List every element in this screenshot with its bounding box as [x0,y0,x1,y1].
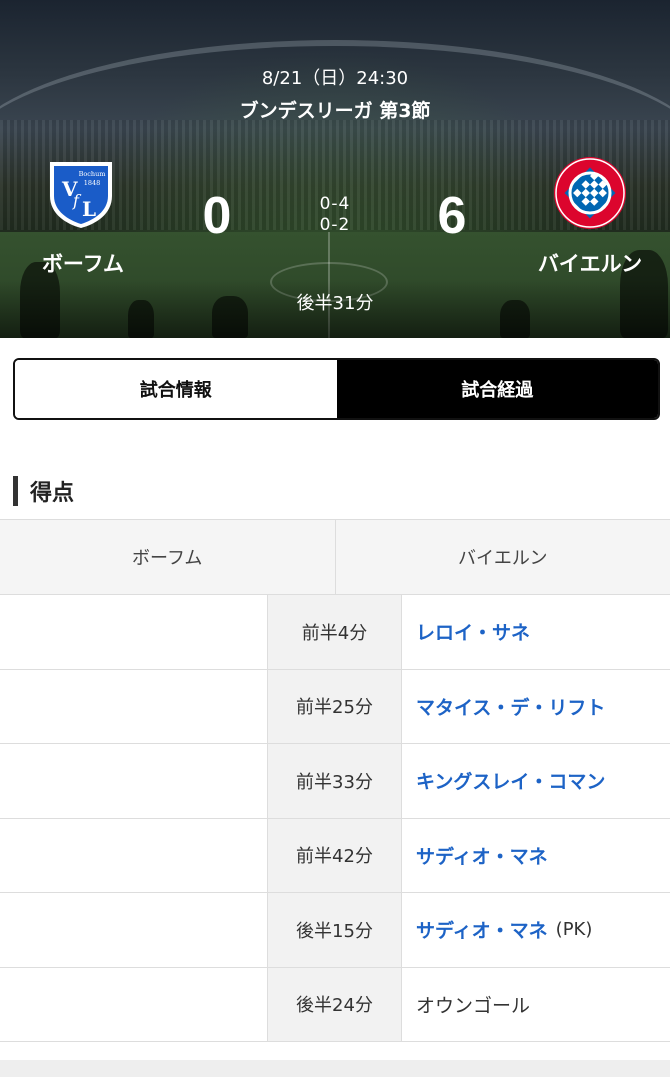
fc-bayern-crest-icon [553,156,627,230]
own-goal-label: オウンゴール [416,994,531,1017]
table-row: 前半42分 サディオ・マネ [0,818,670,893]
section-heading: 得点 [30,481,75,506]
scorer-link[interactable]: マタイス・デ・リフト [416,693,605,720]
table-row: 後半15分 サディオ・マネ (PK) [0,893,670,968]
away-team-name[interactable]: バイエルン [532,248,648,278]
away-goal-cell: キングスレイ・コマン [402,744,670,818]
svg-text:L: L [82,197,96,221]
goals-table-header: ボーフム バイエルン [0,519,670,595]
scorer-link[interactable]: サディオ・マネ [416,842,548,869]
home-goal-cell [0,818,268,892]
away-goal-cell: サディオ・マネ (PK) [402,893,670,967]
scorer-link[interactable]: レロイ・サネ [416,618,530,645]
match-status: 後半31分 [296,293,374,314]
competition-round: ブンデスリーガ 第3節 [239,100,431,122]
penalty-note: (PK) [555,919,593,941]
goal-time: 前半4分 [268,595,402,669]
away-column-header: バイエルン [458,548,548,569]
match-tabs: 試合情報 試合経過 [13,358,660,420]
goal-time: 前半25分 [268,669,402,743]
goal-time: 後半24分 [268,967,402,1041]
home-goal-cell [0,893,268,967]
scorer-link[interactable]: キングスレイ・コマン [416,767,605,794]
match-header: 8/21（日）24:30 ブンデスリーガ 第3節 Bochum 1848 V f… [0,0,670,338]
away-goal-cell: レロイ・サネ [402,595,670,669]
home-goal-cell [0,595,268,669]
goals-table: ボーフム バイエルン 前半4分 レロイ・サネ 前半25分 マタイス・デ・リフト … [0,519,670,1042]
table-row: 前半33分 キングスレイ・コマン [0,744,670,819]
first-half-score: 0-4 [319,194,351,214]
scorer-link[interactable]: サディオ・マネ [416,916,548,943]
goals-section-title: 得点 [13,476,74,506]
home-score: 0 [202,187,232,245]
tab-match-progress[interactable]: 試合経過 [336,360,658,418]
table-row: 後半24分 オウンゴール [0,967,670,1042]
away-goal-cell: サディオ・マネ [402,819,670,893]
vfl-bochum-crest-icon: Bochum 1848 V f L [46,158,116,230]
home-goal-cell [0,669,268,743]
goal-time: 後半15分 [268,893,402,967]
svg-text:1848: 1848 [84,179,101,187]
second-half-score: 0-2 [319,215,351,235]
table-row: 前半25分 マタイス・デ・リフト [0,669,670,744]
away-score: 6 [437,187,467,245]
away-goal-cell: オウンゴール [402,968,670,1042]
svg-text:Bochum: Bochum [79,170,106,178]
next-section-edge [0,1060,670,1077]
home-goal-cell [0,967,268,1041]
home-goal-cell [0,744,268,818]
table-row: 前半4分 レロイ・サネ [0,595,670,670]
home-column-header: ボーフム [0,520,336,594]
tab-match-info[interactable]: 試合情報 [15,360,337,418]
match-datetime: 8/21（日）24:30 [261,68,409,89]
away-goal-cell: マタイス・デ・リフト [402,670,670,744]
home-team-name[interactable]: ボーフム [38,248,128,278]
goal-time: 前半42分 [268,818,402,892]
goal-time: 前半33分 [268,744,402,818]
section-accent-bar [13,476,18,506]
